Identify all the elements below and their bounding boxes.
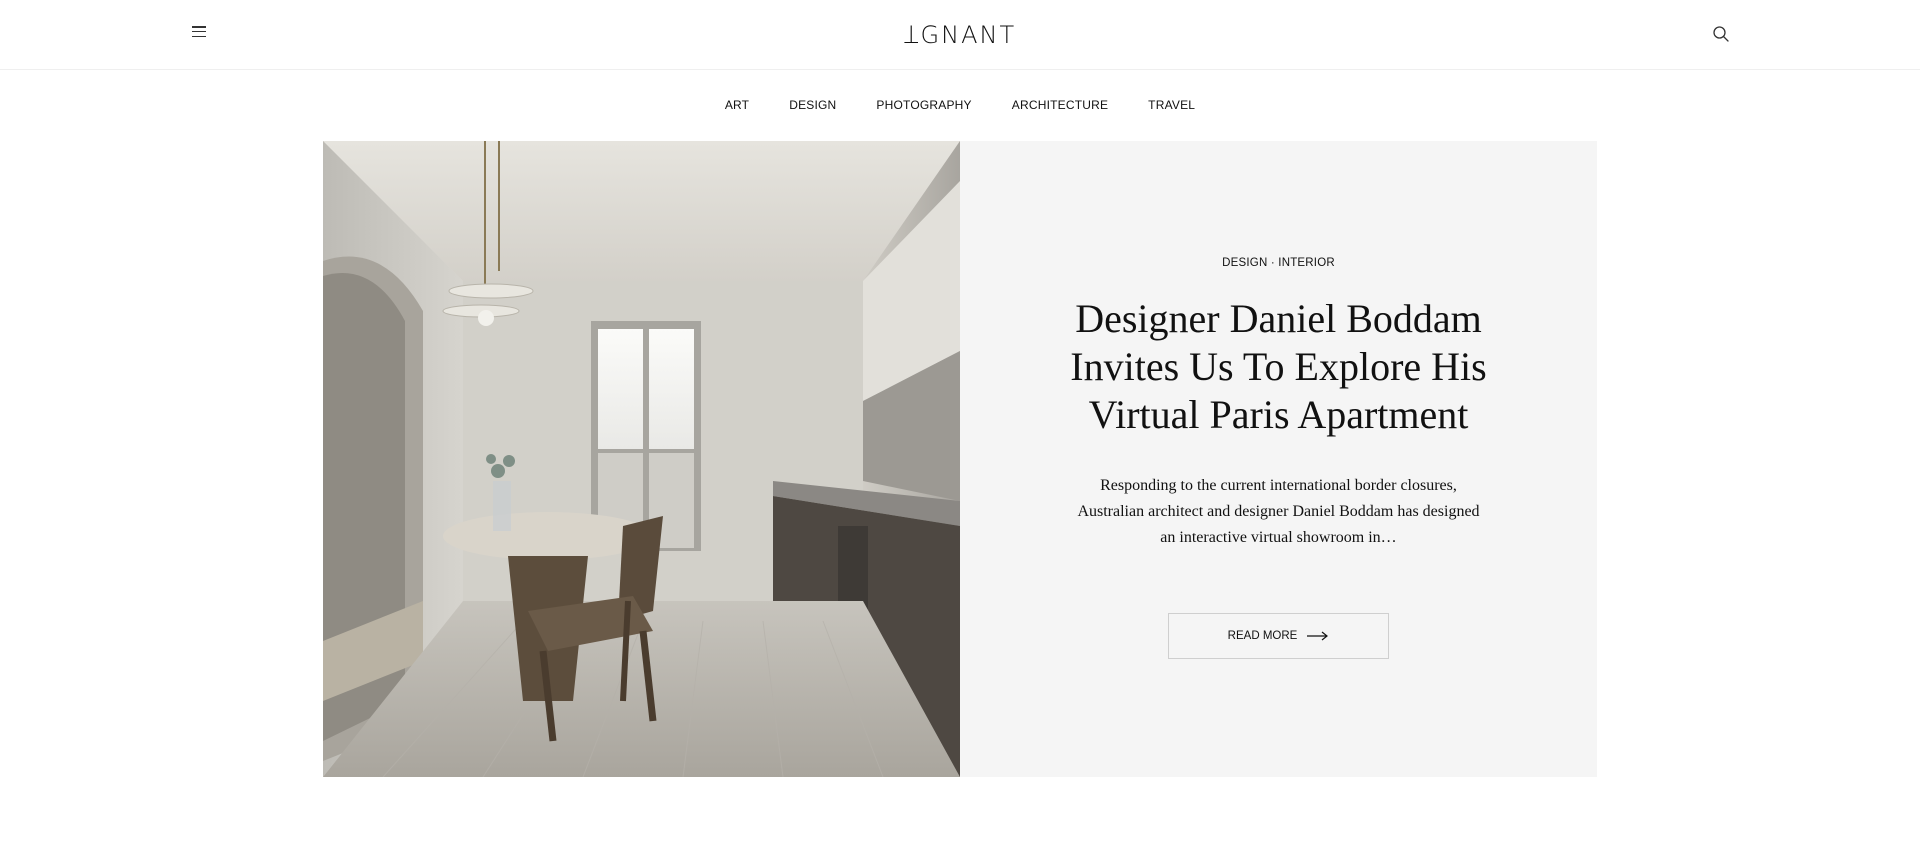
site-header: ꓕGNANT bbox=[0, 0, 1920, 70]
nav-item-architecture[interactable]: ARCHITECTURE bbox=[992, 98, 1128, 112]
nav-item-art[interactable]: ART bbox=[705, 98, 769, 112]
category-link-design[interactable]: DESIGN bbox=[1222, 257, 1267, 269]
search-icon[interactable] bbox=[1712, 25, 1730, 43]
hamburger-icon[interactable] bbox=[192, 26, 208, 40]
nav-item-photography[interactable]: PHOTOGRAPHY bbox=[856, 98, 991, 112]
article-image[interactable] bbox=[323, 141, 960, 777]
site-logo[interactable]: ꓕGNANT bbox=[904, 18, 1014, 52]
arrow-right-icon bbox=[1307, 631, 1329, 641]
article-content: DESIGN · INTERIOR Designer Daniel Boddam… bbox=[960, 141, 1597, 777]
featured-article: DESIGN · INTERIOR Designer Daniel Boddam… bbox=[323, 141, 1597, 777]
category-link-interior[interactable]: INTERIOR bbox=[1278, 257, 1335, 269]
article-categories: DESIGN · INTERIOR bbox=[1222, 257, 1335, 269]
read-more-button[interactable]: READ MORE bbox=[1168, 613, 1389, 659]
article-title[interactable]: Designer Daniel Boddam Invites Us To Exp… bbox=[1019, 295, 1539, 439]
nav-item-travel[interactable]: TRAVEL bbox=[1128, 98, 1215, 112]
nav-item-design[interactable]: DESIGN bbox=[769, 98, 856, 112]
article-excerpt: Responding to the current international … bbox=[1077, 477, 1480, 546]
category-separator: · bbox=[1270, 257, 1275, 269]
interior-photo bbox=[323, 141, 960, 777]
read-more-label: READ MORE bbox=[1227, 630, 1298, 642]
category-nav: ART DESIGN PHOTOGRAPHY ARCHITECTURE TRAV… bbox=[0, 70, 1920, 140]
